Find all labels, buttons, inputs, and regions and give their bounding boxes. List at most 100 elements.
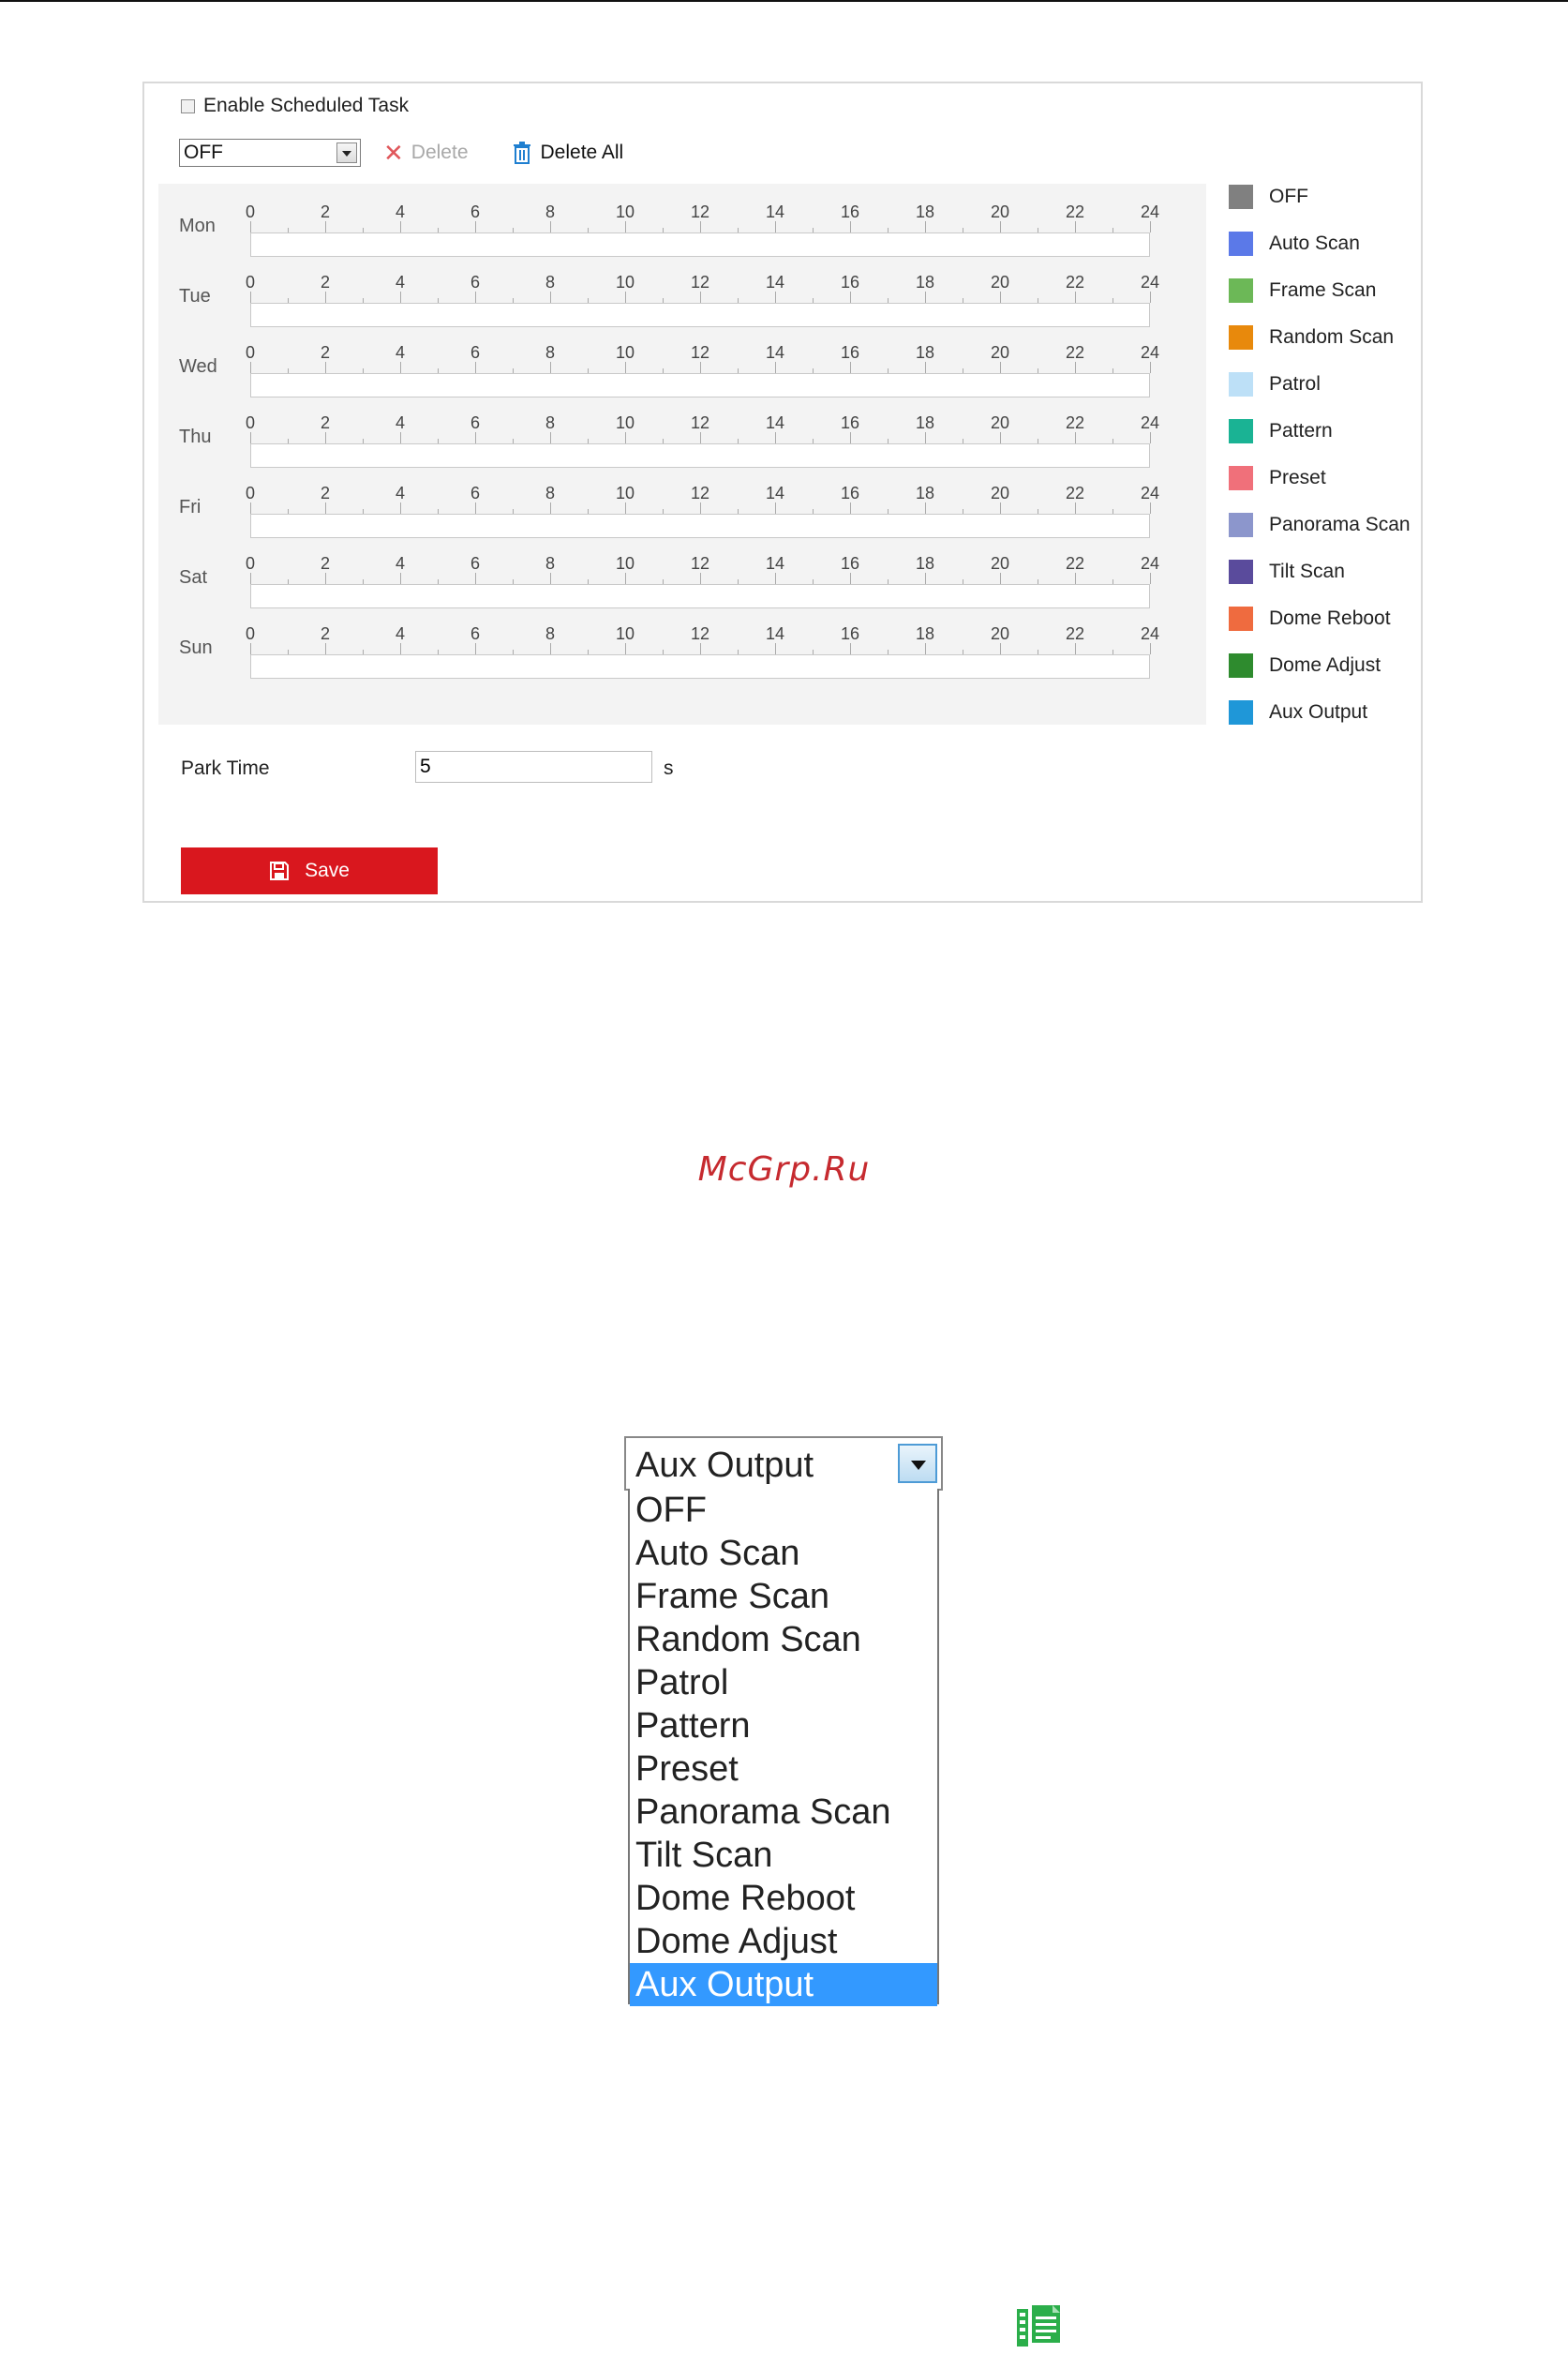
- hour-tick-mark: [475, 643, 476, 654]
- legend-label: Tilt Scan: [1269, 561, 1345, 582]
- hour-tick-mark: [550, 502, 551, 514]
- hour-tick-mark: [550, 292, 551, 303]
- dropdown-option[interactable]: Patrol: [630, 1661, 937, 1704]
- hour-tick-label: 22: [1065, 624, 1085, 643]
- hour-tick-mark: [850, 432, 851, 443]
- enable-scheduled-task-checkbox[interactable]: [181, 98, 195, 113]
- hour-tick-mark: [550, 221, 551, 232]
- hour-tick-mark: [625, 362, 626, 373]
- day-schedule-bar[interactable]: [250, 654, 1150, 679]
- delete-all-button[interactable]: Delete All: [512, 142, 623, 164]
- hour-tick-label: 18: [915, 273, 935, 292]
- save-button[interactable]: Save: [181, 847, 438, 894]
- task-type-dropdown[interactable]: Aux Output OFF Auto Scan Frame Scan Random …: [624, 1436, 943, 2006]
- hour-tick-mark: [850, 502, 851, 514]
- hour-tick-mark: [1075, 362, 1076, 373]
- hour-tick-label: 0: [245, 484, 256, 502]
- legend-swatch: [1229, 607, 1253, 631]
- hour-tick-label: 18: [915, 554, 935, 573]
- hour-tick-label: 8: [545, 202, 556, 221]
- dropdown-option[interactable]: Pattern: [630, 1704, 937, 1747]
- chevron-down-icon[interactable]: [336, 142, 357, 163]
- hour-tick-label: 10: [615, 273, 635, 292]
- hour-tick-label: 12: [690, 273, 710, 292]
- dropdown-option[interactable]: Auto Scan: [630, 1532, 937, 1575]
- hour-tick-label: 12: [690, 624, 710, 643]
- hour-tick-label: 16: [840, 484, 860, 502]
- dropdown-option[interactable]: OFF: [630, 1489, 937, 1532]
- delete-label: Delete: [411, 142, 469, 163]
- hour-tick-label: 10: [615, 413, 635, 432]
- hour-tick-mark: [775, 292, 776, 303]
- legend-item: Panorama Scan: [1229, 511, 1411, 539]
- dropdown-option[interactable]: Dome Reboot: [630, 1877, 937, 1920]
- document-list-icon: [1017, 2305, 1060, 2347]
- hour-tick-label: 22: [1065, 554, 1085, 573]
- hour-tick-label: 24: [1140, 413, 1160, 432]
- hour-tick-mark: [550, 432, 551, 443]
- hour-tick-mark: [250, 432, 251, 443]
- dropdown-option[interactable]: Panorama Scan: [630, 1791, 937, 1834]
- hour-tick-mark: [925, 573, 926, 584]
- hour-tick-mark: [1075, 643, 1076, 654]
- hour-tick-mark: [700, 362, 701, 373]
- hour-tick-label: 22: [1065, 484, 1085, 502]
- chevron-down-icon[interactable]: [898, 1444, 937, 1483]
- hour-tick-label: 24: [1140, 343, 1160, 362]
- day-label: Wed: [179, 356, 217, 377]
- hour-tick-label: 16: [840, 273, 860, 292]
- scheduled-task-panel: Enable Scheduled Task OFF ✕ Delete Delet…: [142, 82, 1423, 903]
- enable-scheduled-task-row[interactable]: Enable Scheduled Task: [181, 92, 409, 120]
- close-icon: ✕: [383, 139, 404, 167]
- hour-tick-mark: [325, 502, 326, 514]
- hour-tick-mark: [850, 292, 851, 303]
- dropdown-selected-field[interactable]: Aux Output: [624, 1436, 943, 1491]
- dropdown-option[interactable]: Aux Output: [630, 1963, 937, 2006]
- dropdown-option[interactable]: Preset: [630, 1747, 937, 1791]
- dropdown-option[interactable]: Frame Scan: [630, 1575, 937, 1618]
- hour-tick-mark: [400, 573, 401, 584]
- hour-tick-label: 10: [615, 624, 635, 643]
- dropdown-option[interactable]: Tilt Scan: [630, 1834, 937, 1877]
- day-label: Thu: [179, 427, 212, 447]
- hour-tick-mark: [700, 221, 701, 232]
- hour-tick-mark: [775, 573, 776, 584]
- dropdown-selected-value: Aux Output: [635, 1446, 814, 1485]
- task-type-select[interactable]: OFF: [179, 139, 361, 167]
- schedule-toolbar: OFF ✕ Delete Delete All: [179, 138, 623, 168]
- hour-tick-label: 10: [615, 343, 635, 362]
- hour-tick-label: 2: [320, 343, 331, 362]
- day-label: Sun: [179, 637, 213, 658]
- hour-tick-mark: [925, 502, 926, 514]
- hour-tick-mark: [325, 643, 326, 654]
- hour-tick-label: 22: [1065, 413, 1085, 432]
- dropdown-option[interactable]: Random Scan: [630, 1618, 937, 1661]
- hour-tick-mark: [1000, 432, 1001, 443]
- hour-tick-label: 0: [245, 413, 256, 432]
- legend-swatch: [1229, 372, 1253, 397]
- park-time-input[interactable]: [415, 751, 652, 783]
- hour-tick-mark: [700, 502, 701, 514]
- legend-label: Patrol: [1269, 373, 1321, 395]
- hour-tick-label: 2: [320, 484, 331, 502]
- hour-tick-label: 24: [1140, 554, 1160, 573]
- hour-tick-label: 16: [840, 554, 860, 573]
- hour-tick-label: 18: [915, 484, 935, 502]
- dropdown-option[interactable]: Dome Adjust: [630, 1920, 937, 1963]
- hour-tick-mark: [700, 432, 701, 443]
- hour-tick-mark: [1000, 643, 1001, 654]
- hour-tick-mark: [775, 221, 776, 232]
- hour-tick-mark: [475, 221, 476, 232]
- day-label: Sat: [179, 567, 208, 588]
- hour-tick-mark: [925, 221, 926, 232]
- hour-tick-label: 22: [1065, 202, 1085, 221]
- hour-tick-mark: [400, 221, 401, 232]
- hour-tick-mark: [1150, 221, 1151, 232]
- save-icon: [270, 862, 290, 880]
- legend-label: Preset: [1269, 467, 1326, 488]
- delete-button[interactable]: ✕ Delete: [383, 141, 469, 165]
- day-row: Sun 0 2 4 6 8 10 12 14 16 18 20 22 24: [158, 606, 1206, 679]
- hour-tick-mark: [400, 643, 401, 654]
- hour-tick-label: 14: [765, 202, 785, 221]
- legend-swatch: [1229, 232, 1253, 256]
